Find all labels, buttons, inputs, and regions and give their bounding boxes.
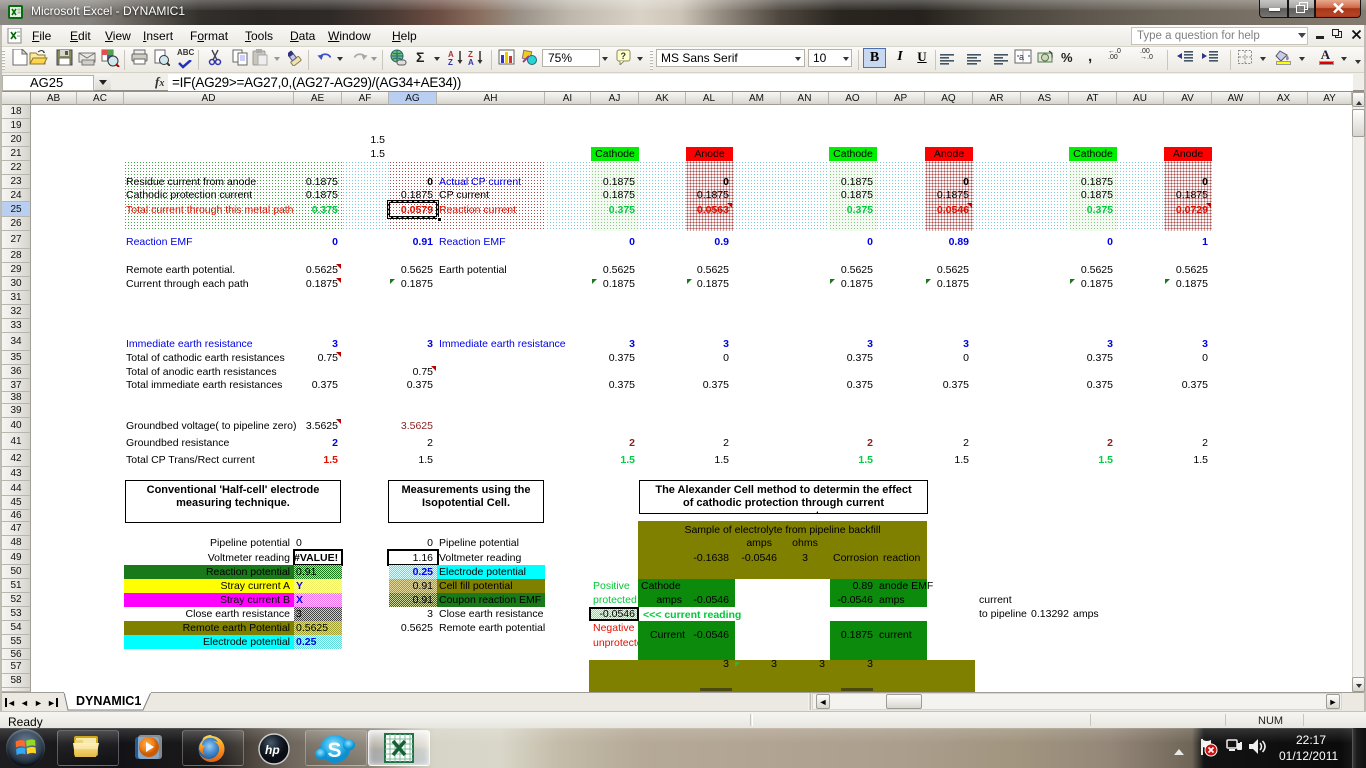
svg-text:Z: Z bbox=[448, 58, 453, 66]
svg-text:a: a bbox=[1019, 52, 1024, 62]
svg-text:S: S bbox=[328, 739, 342, 762]
svg-text:A: A bbox=[468, 58, 474, 66]
svg-text:?: ? bbox=[621, 51, 627, 61]
svg-text:hp: hp bbox=[265, 743, 280, 757]
